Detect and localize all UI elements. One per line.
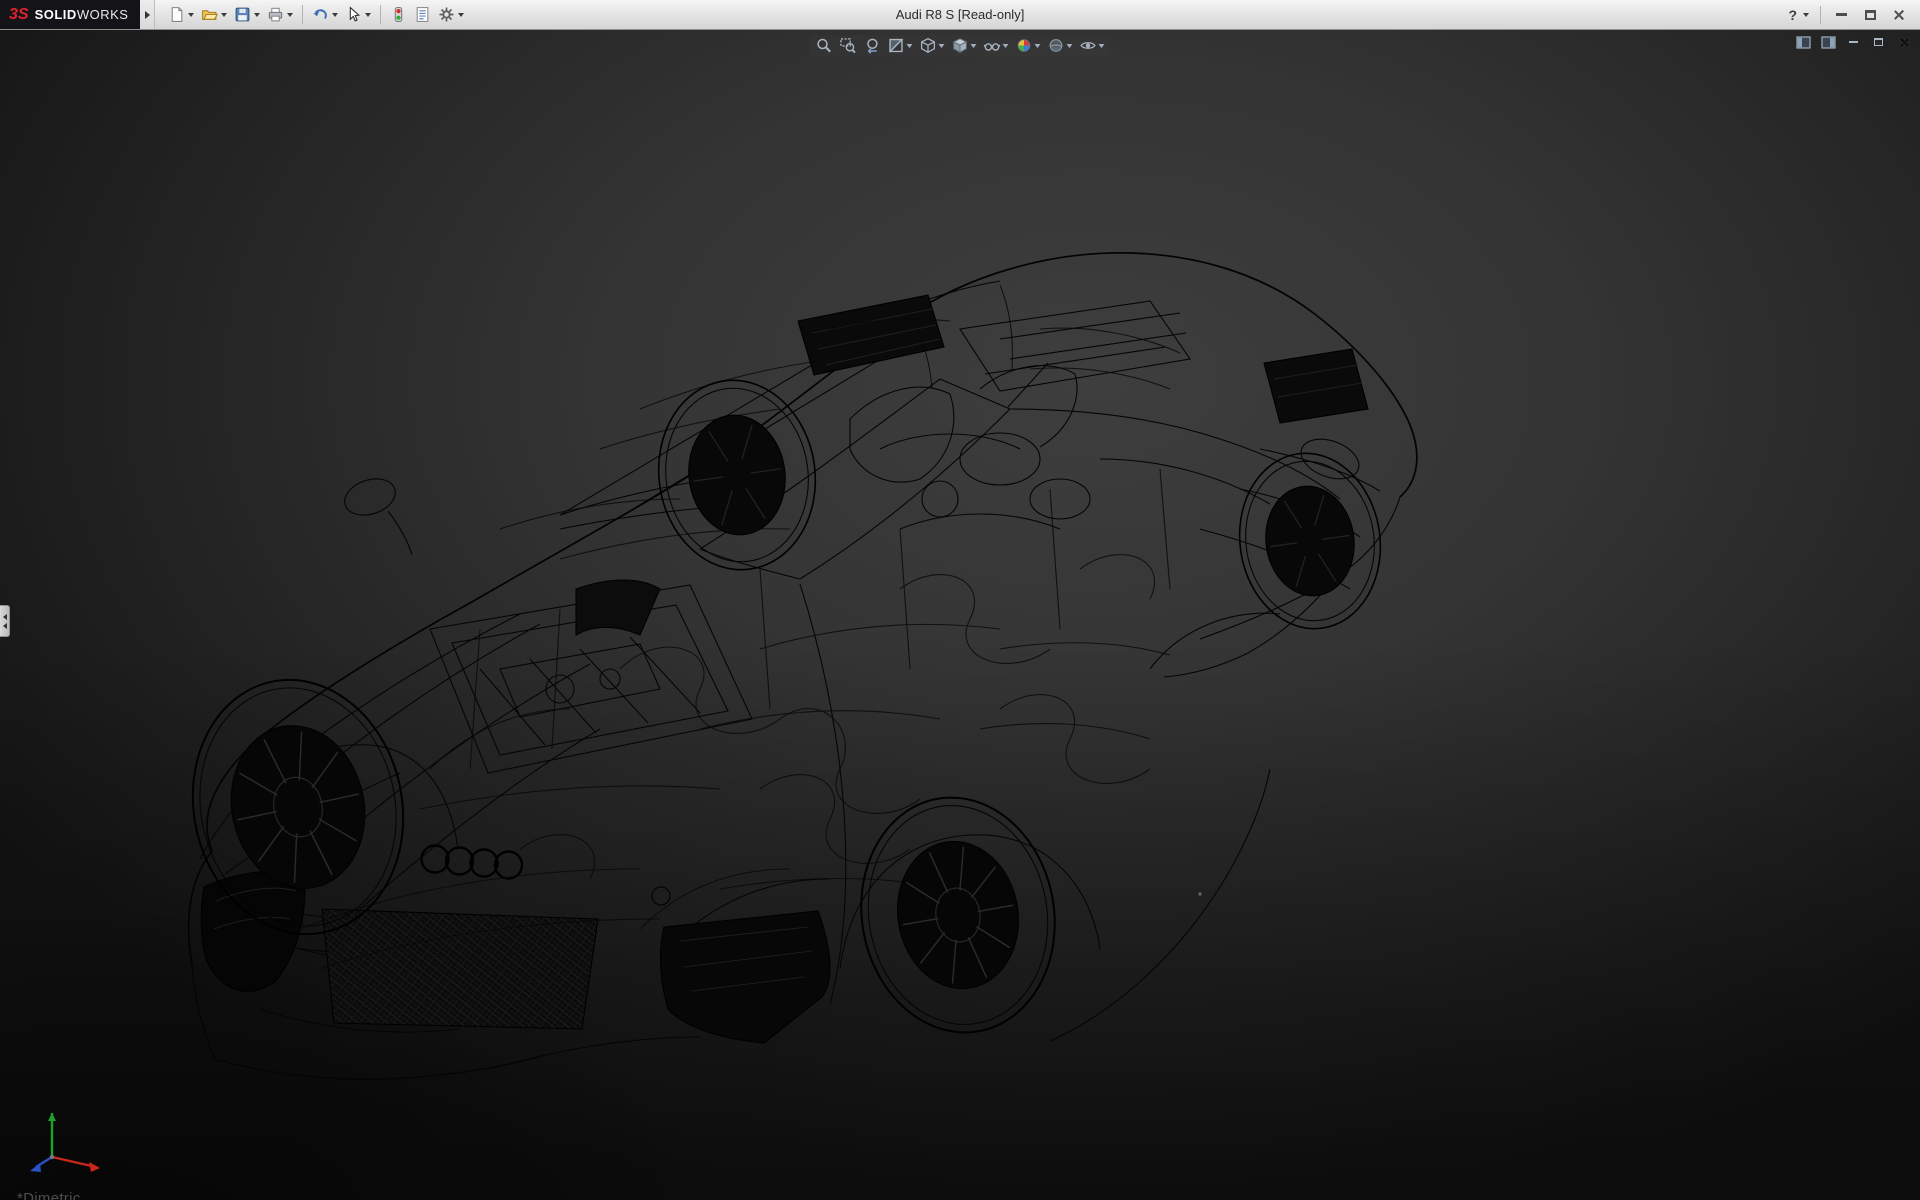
window-controls: ? bbox=[1788, 6, 1920, 24]
solidworks-logo: 3S SOLIDWORKS bbox=[0, 0, 140, 29]
magnifier-icon bbox=[816, 37, 833, 54]
minimize-icon bbox=[1849, 41, 1858, 43]
help-button[interactable]: ? bbox=[1788, 7, 1809, 23]
feature-panel-splitter[interactable] bbox=[0, 605, 10, 637]
chevron-down-icon bbox=[458, 13, 464, 17]
wireframe-cube-icon bbox=[920, 37, 937, 54]
chevron-down-icon bbox=[365, 13, 371, 17]
chevron-down-icon bbox=[907, 44, 913, 48]
pane-preview-left-button[interactable] bbox=[1794, 34, 1813, 50]
main-toolbar bbox=[155, 3, 467, 27]
select-button[interactable] bbox=[342, 3, 374, 27]
magnifier-back-arrow-icon bbox=[864, 37, 881, 54]
chevron-right-icon bbox=[145, 11, 150, 19]
close-button[interactable] bbox=[1890, 6, 1908, 24]
new-document-button[interactable] bbox=[165, 3, 197, 27]
new-document-icon bbox=[168, 6, 185, 23]
eyeglasses-icon bbox=[984, 37, 1001, 54]
window-title: Audi R8 S [Read-only] bbox=[896, 7, 1025, 22]
document-properties-icon bbox=[414, 6, 431, 23]
file-properties-button[interactable] bbox=[411, 3, 434, 27]
orientation-triad[interactable] bbox=[8, 1091, 118, 1186]
scene-sphere-icon bbox=[1048, 37, 1065, 54]
view-orientation-label: *Dimetric bbox=[17, 1190, 81, 1200]
model-canvas bbox=[0, 29, 1920, 1200]
chevron-down-icon bbox=[188, 13, 194, 17]
gear-icon bbox=[438, 6, 455, 23]
graphics-viewport[interactable]: *Dimetric bbox=[0, 29, 1920, 1200]
minimize-button[interactable] bbox=[1832, 6, 1850, 24]
previous-view-button[interactable] bbox=[862, 36, 883, 55]
title-bar: 3S SOLIDWORKS bbox=[0, 0, 1920, 30]
undo-button[interactable] bbox=[309, 3, 341, 27]
document-close-button[interactable] bbox=[1894, 34, 1913, 50]
chevron-left-icon bbox=[3, 614, 7, 620]
maximize-icon bbox=[1865, 10, 1876, 20]
window-pane-icon bbox=[1796, 36, 1811, 49]
zoom-to-fit-button[interactable] bbox=[814, 36, 835, 55]
chevron-down-icon bbox=[939, 44, 945, 48]
brand-name-light: WORKS bbox=[77, 7, 129, 22]
save-button[interactable] bbox=[231, 3, 263, 27]
display-style-button[interactable] bbox=[950, 36, 979, 55]
brand-name-bold: SOLID bbox=[35, 7, 77, 22]
view-orientation-button[interactable] bbox=[918, 36, 947, 55]
apply-scene-button[interactable] bbox=[1046, 36, 1075, 55]
printer-icon bbox=[267, 6, 284, 23]
wheel-front-right bbox=[647, 370, 828, 580]
floppy-disk-icon bbox=[234, 6, 251, 23]
eye-icon bbox=[1080, 37, 1097, 54]
chevron-down-icon bbox=[1035, 44, 1041, 48]
chevron-down-icon bbox=[332, 13, 338, 17]
help-label: ? bbox=[1788, 7, 1797, 23]
section-cut-icon bbox=[888, 37, 905, 54]
undo-arrow-icon bbox=[312, 6, 329, 23]
chevron-down-icon bbox=[1099, 44, 1105, 48]
window-pane-alt-icon bbox=[1821, 36, 1836, 49]
shaded-cube-icon bbox=[952, 37, 969, 54]
chevron-left-icon bbox=[3, 623, 7, 629]
close-icon bbox=[1893, 9, 1905, 21]
color-ball-icon bbox=[1016, 37, 1033, 54]
brand-name: SOLIDWORKS bbox=[35, 7, 129, 22]
edit-appearance-button[interactable] bbox=[1014, 36, 1043, 55]
chevron-down-icon bbox=[1067, 44, 1073, 48]
rebuild-traffic-light-icon bbox=[390, 6, 407, 23]
rebuild-button[interactable] bbox=[387, 3, 410, 27]
chevron-down-icon bbox=[254, 13, 260, 17]
document-restore-button[interactable] bbox=[1869, 34, 1888, 50]
pane-preview-right-button[interactable] bbox=[1819, 34, 1838, 50]
options-button[interactable] bbox=[435, 3, 467, 27]
toolbar-separator bbox=[380, 5, 381, 24]
minimize-icon bbox=[1836, 13, 1847, 16]
document-window-controls bbox=[1794, 34, 1913, 50]
zoom-to-area-button[interactable] bbox=[838, 36, 859, 55]
chevron-down-icon bbox=[221, 13, 227, 17]
highlight-speck bbox=[1198, 892, 1201, 895]
chevron-down-icon bbox=[1803, 13, 1809, 17]
chevron-down-icon bbox=[971, 44, 977, 48]
maximize-button[interactable] bbox=[1861, 6, 1879, 24]
print-button[interactable] bbox=[264, 3, 296, 27]
hide-show-items-button[interactable] bbox=[982, 36, 1011, 55]
wheel-rear-right bbox=[1228, 444, 1391, 638]
wheel-rear-left bbox=[843, 782, 1073, 1048]
car-wireframe bbox=[170, 253, 1417, 1079]
magnifier-area-icon bbox=[840, 37, 857, 54]
section-view-button[interactable] bbox=[886, 36, 915, 55]
menu-flyout-arrow[interactable] bbox=[140, 0, 155, 29]
chevron-down-icon bbox=[1003, 44, 1009, 48]
document-minimize-button[interactable] bbox=[1844, 34, 1863, 50]
cursor-arrow-icon bbox=[345, 6, 362, 23]
open-document-button[interactable] bbox=[198, 3, 230, 27]
chevron-down-icon bbox=[287, 13, 293, 17]
close-x-icon bbox=[1898, 37, 1909, 48]
restore-icon bbox=[1874, 38, 1883, 46]
view-settings-button[interactable] bbox=[1078, 36, 1107, 55]
heads-up-toolbar bbox=[810, 35, 1111, 56]
toolbar-separator bbox=[1820, 6, 1821, 24]
toolbar-separator bbox=[302, 5, 303, 24]
dassault-3ds-icon: 3S bbox=[9, 7, 29, 23]
open-folder-icon bbox=[201, 6, 218, 23]
